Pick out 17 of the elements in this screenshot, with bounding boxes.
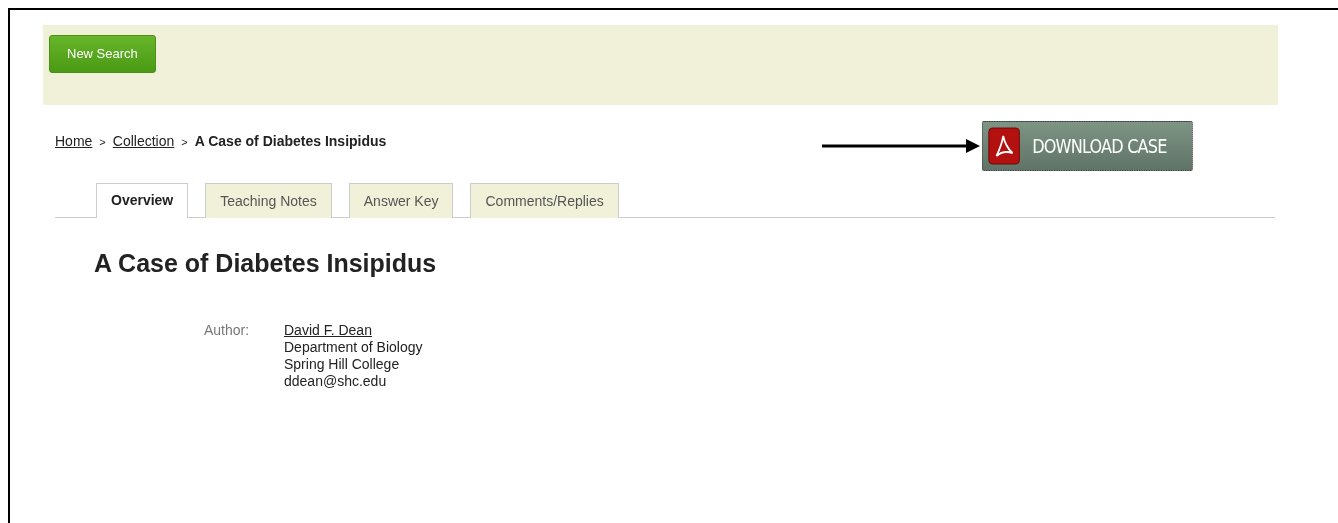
download-case-button[interactable]: DOWNLOAD CASE <box>981 121 1193 171</box>
breadcrumb-current: A Case of Diabetes Insipidus <box>194 133 387 149</box>
author-detail: Department of Biology <box>284 339 423 356</box>
breadcrumb-link[interactable]: Collection <box>112 133 175 149</box>
page-title: A Case of Diabetes Insipidus <box>94 248 438 278</box>
author-detail: Spring Hill College <box>284 356 401 373</box>
tab[interactable]: Comments/Replies <box>470 183 619 218</box>
breadcrumb-separator: > <box>181 136 188 148</box>
tab[interactable]: Overview <box>96 183 189 218</box>
author-label: Author: <box>204 322 251 340</box>
tab[interactable]: Answer Key <box>348 183 454 218</box>
breadcrumb-separator: > <box>99 136 106 148</box>
pdf-icon <box>987 127 1021 165</box>
author-link[interactable]: David F. Dean <box>284 322 372 338</box>
tab[interactable]: Teaching Notes <box>205 183 332 218</box>
author-detail: ddean@shc.edu <box>284 373 388 390</box>
breadcrumb-link[interactable]: Home <box>55 133 93 149</box>
